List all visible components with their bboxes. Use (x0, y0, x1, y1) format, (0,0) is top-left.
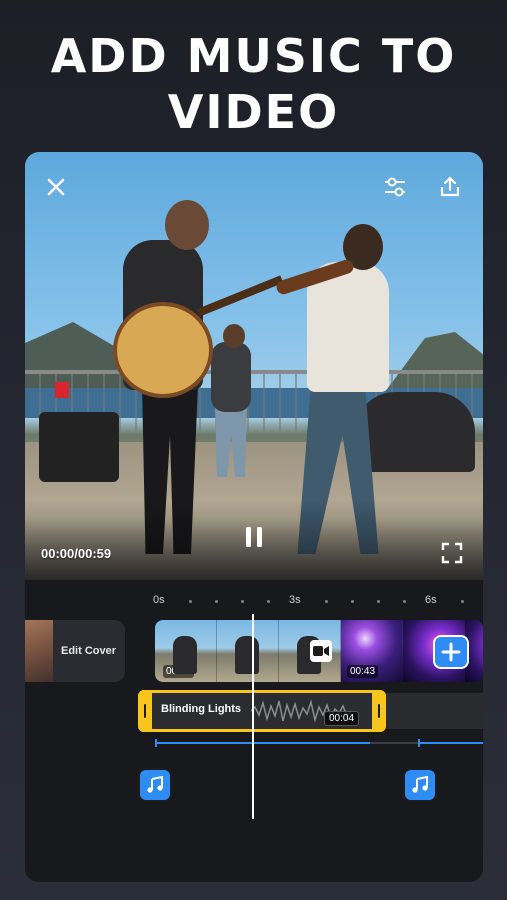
music-title: Blinding Lights (161, 703, 242, 715)
music-range-line (420, 742, 483, 744)
tick-label: 6s (425, 594, 437, 606)
timeline-editor: 0s 3s 6s Edit Cover 00:03 00:43 Blinding… (25, 580, 483, 882)
tick-dot (241, 600, 244, 603)
video-frame: 00:03 (155, 620, 217, 682)
tick-dot (461, 600, 464, 603)
headline-line-1: ADD MUSIC TO (50, 29, 457, 83)
tick-dot (267, 600, 270, 603)
add-music-button[interactable] (140, 770, 170, 800)
plus-icon (441, 642, 461, 662)
tick-dot (377, 600, 380, 603)
music-duration: 00:04 (324, 711, 360, 726)
timeline-line (370, 742, 420, 744)
sliders-icon (385, 177, 405, 197)
music-range-line (155, 742, 370, 744)
headline-line-2: VIDEO (167, 85, 340, 139)
music-track-remainder (386, 693, 483, 729)
trim-handle-right[interactable] (372, 690, 386, 732)
guitar-neck (196, 275, 284, 317)
tick-dot (325, 600, 328, 603)
guitar (113, 302, 213, 398)
video-preview[interactable]: 00:00/00:59 (25, 152, 483, 580)
musician-body (211, 342, 251, 412)
add-music-button[interactable] (405, 770, 435, 800)
video-frame (217, 620, 279, 682)
music-note-icon (147, 776, 163, 793)
transition-button[interactable] (310, 640, 332, 662)
headline: ADD MUSIC TO VIDEO (0, 28, 507, 140)
tick-dot (403, 600, 406, 603)
editor-screen: 00:00/00:59 0s 3s 6s Edit Cover 00:03 00… (25, 152, 483, 882)
pause-icon (246, 527, 262, 547)
playhead[interactable] (252, 614, 254, 819)
tick-label: 0s (153, 594, 165, 606)
close-icon (47, 178, 65, 196)
amplifier (39, 412, 119, 482)
close-button[interactable] (41, 172, 71, 202)
edit-cover-button[interactable]: Edit Cover (25, 620, 125, 682)
share-button[interactable] (435, 172, 465, 202)
music-range-cap (155, 739, 157, 747)
fullscreen-icon (441, 542, 463, 564)
playback-timecode: 00:00/00:59 (41, 546, 112, 561)
trim-handle-left[interactable] (138, 690, 152, 732)
musician-head (223, 324, 245, 348)
tick-dot (351, 600, 354, 603)
adjust-button[interactable] (380, 172, 410, 202)
clip-duration: 00:03 (163, 665, 195, 678)
guitarist-head (165, 200, 209, 250)
clip-duration: 00:43 (347, 665, 379, 678)
add-clip-button[interactable] (433, 635, 469, 669)
fullscreen-button[interactable] (437, 538, 467, 568)
drum-kit (355, 392, 475, 472)
music-range-cap (418, 739, 420, 747)
video-camera-icon (313, 646, 329, 656)
pause-button[interactable] (239, 522, 269, 552)
tick-dot (189, 600, 192, 603)
tick-label: 3s (289, 594, 301, 606)
time-ruler: 0s 3s 6s (25, 592, 483, 612)
tick-dot (215, 600, 218, 603)
cover-thumbnail (25, 620, 53, 682)
video-frame: 00:43 (341, 620, 403, 682)
banner (55, 382, 69, 398)
music-track[interactable]: Blinding Lights 00:04 (138, 690, 386, 732)
edit-cover-label: Edit Cover (61, 645, 117, 657)
share-icon (440, 176, 460, 197)
music-note-icon (412, 776, 428, 793)
